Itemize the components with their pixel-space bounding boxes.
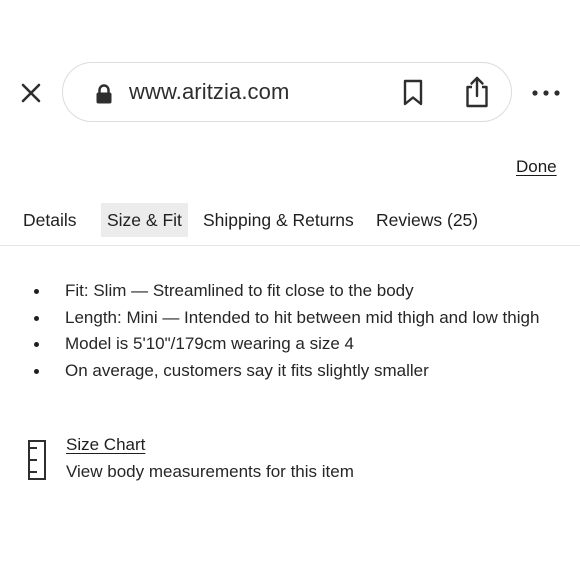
list-item: On average, customers say it fits slight… <box>0 358 580 385</box>
size-chart-description: View body measurements for this item <box>66 462 354 481</box>
url-text: www.aritzia.com <box>129 79 290 104</box>
close-button[interactable] <box>18 80 44 106</box>
fit-item-text: Model is 5'10"/179cm wearing a size 4 <box>65 334 354 353</box>
close-icon <box>21 83 41 103</box>
list-item: Length: Mini — Intended to hit between m… <box>0 305 580 332</box>
bullet-icon <box>34 342 39 347</box>
size-chart-link[interactable]: Size Chart <box>66 435 145 455</box>
tab-reviews[interactable]: Reviews (25) <box>376 203 478 237</box>
fit-item-text: Length: Mini — Intended to hit between m… <box>65 307 540 327</box>
bullet-icon <box>34 368 39 374</box>
share-icon[interactable] <box>463 75 491 109</box>
tab-details[interactable]: Details <box>23 203 77 237</box>
done-button[interactable]: Done <box>516 157 557 177</box>
fit-details-list: Fit: Slim — Streamlined to fit close to … <box>0 278 580 384</box>
list-item: Model is 5'10"/179cm wearing a size 4 <box>0 331 580 358</box>
fit-item-text: On average, customers say it fits slight… <box>65 360 429 380</box>
tab-shipping-returns[interactable]: Shipping & Returns <box>203 203 354 237</box>
bullet-icon <box>34 289 39 294</box>
ruler-icon <box>28 440 46 480</box>
more-icon[interactable] <box>531 84 561 102</box>
bullet-icon <box>34 315 39 321</box>
list-item: Fit: Slim — Streamlined to fit close to … <box>0 278 580 305</box>
tab-bar: Details Size & Fit Shipping & Returns Re… <box>0 201 580 241</box>
lock-icon <box>96 84 112 104</box>
tab-size-fit[interactable]: Size & Fit <box>101 203 188 237</box>
tabs-divider <box>0 245 580 246</box>
address-bar[interactable]: www.aritzia.com <box>62 62 512 122</box>
fit-item-text: Fit: Slim — Streamlined to fit close to … <box>65 281 414 300</box>
bookmark-icon[interactable] <box>401 79 425 107</box>
